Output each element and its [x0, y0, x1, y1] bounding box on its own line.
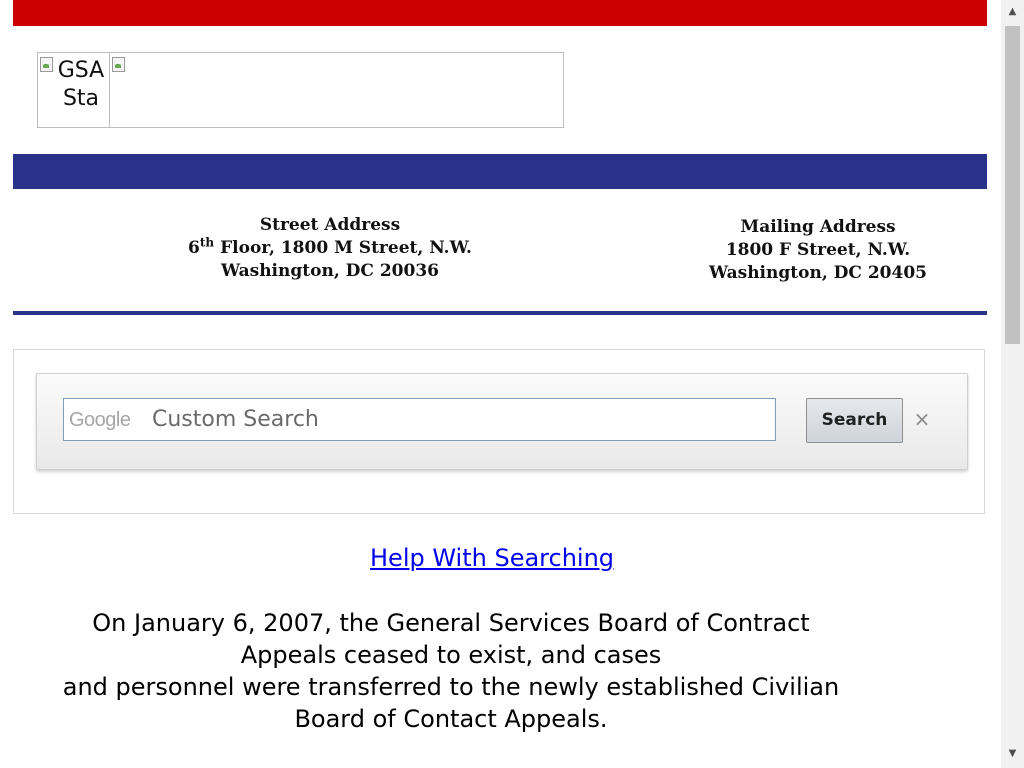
help-with-searching-link[interactable]: Help With Searching — [370, 542, 614, 574]
search-section: Google Custom Search Search × — [13, 349, 985, 514]
street-address-line2: Washington, DC 20036 — [221, 261, 439, 281]
floor-number: 6 — [188, 238, 200, 258]
notice-text: On January 6, 2007, the General Services… — [21, 607, 881, 735]
search-input[interactable]: Google Custom Search — [63, 398, 776, 441]
notice-line: and personnel were transferred to the ne… — [62, 673, 840, 701]
notice-line: Appeals ceased to exist, and cases — [240, 641, 662, 669]
search-box-container: Google Custom Search Search × — [36, 373, 968, 470]
top-red-bar — [13, 0, 987, 26]
vertical-scrollbar[interactable]: ▲ ▼ — [1001, 0, 1024, 768]
mailing-address-line2: Washington, DC 20405 — [709, 263, 927, 283]
notice-line: Board of Contact Appeals. — [294, 705, 608, 733]
gsa-logo-image: GSA Sta — [38, 53, 110, 127]
search-button[interactable]: Search — [806, 398, 903, 443]
logo-alt-text: GSA Sta — [57, 58, 105, 111]
floor-suffix: th — [199, 235, 215, 250]
street-address-heading: Street Address — [259, 215, 401, 235]
street-address-block: Street Address 6th Floor, 1800 M Street,… — [165, 214, 495, 283]
mailing-address-block: Mailing Address 1800 F Street, N.W. Wash… — [668, 216, 968, 285]
logo-table: GSA Sta — [37, 52, 564, 128]
search-placeholder: Custom Search — [152, 407, 319, 432]
google-logo: Google — [69, 409, 131, 431]
street-address-line1: 6th Floor, 1800 M Street, N.W. — [165, 235, 495, 260]
notice-line: On January 6, 2007, the General Services… — [92, 609, 810, 637]
street-address-line1-rest: Floor, 1800 M Street, N.W. — [214, 238, 472, 258]
clear-icon[interactable]: × — [913, 407, 931, 431]
scroll-down-arrow-icon[interactable]: ▼ — [1001, 744, 1024, 764]
broken-image-icon — [112, 57, 125, 72]
broken-image-icon — [40, 57, 53, 72]
page-content: GSA Sta Street Address 6th Floor, 1800 M… — [13, 0, 987, 768]
blue-divider — [13, 311, 987, 315]
mailing-address-line1: 1800 F Street, N.W. — [725, 240, 911, 260]
scroll-up-arrow-icon[interactable]: ▲ — [1001, 2, 1024, 22]
blue-banner-bar — [13, 154, 987, 189]
banner-image — [110, 53, 563, 127]
mailing-address-heading: Mailing Address — [740, 217, 896, 237]
scroll-thumb[interactable] — [1005, 26, 1020, 344]
